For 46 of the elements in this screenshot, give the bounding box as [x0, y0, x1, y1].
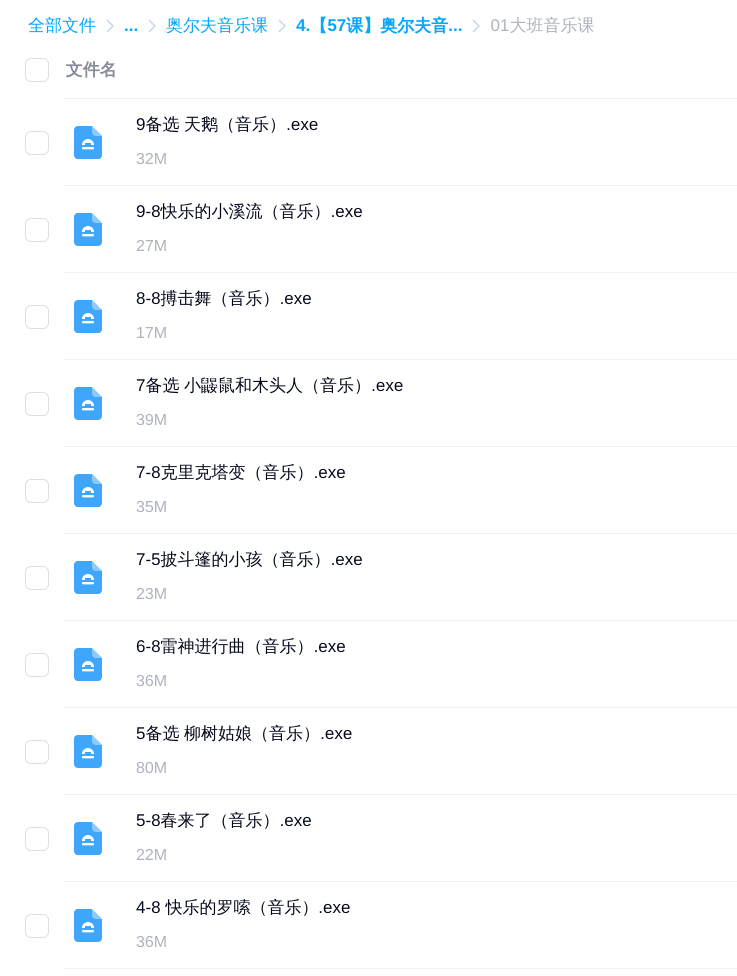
checkbox[interactable]: [25, 740, 49, 764]
checkbox[interactable]: [25, 304, 49, 328]
checkbox[interactable]: [25, 566, 49, 590]
file-name[interactable]: 9-8快乐的小溪流（音乐）.exe: [136, 199, 363, 225]
file-size: 36M: [136, 932, 168, 953]
chevron-icon: [278, 19, 286, 33]
file-name[interactable]: 7-8克里克塔变（音乐）.exe: [136, 460, 346, 486]
file-size: 80M: [136, 758, 168, 779]
file-icon: [74, 560, 102, 594]
file-icon: [74, 212, 102, 246]
file-name[interactable]: 7备选 小鼹鼠和木头人（音乐）.exe: [136, 373, 404, 399]
file-icon: [74, 474, 102, 506]
file-name[interactable]: 9备选 天鹅（音乐）.exe: [136, 112, 318, 138]
file-icon: [74, 734, 102, 768]
file-size: 27M: [136, 236, 168, 257]
file-size: 17M: [136, 324, 168, 344]
file-name[interactable]: 4-8 快乐的罗嗦（音乐）.exe: [136, 895, 350, 921]
file-size: 23M: [136, 584, 168, 605]
checkbox[interactable]: [25, 914, 49, 938]
checkbox[interactable]: [25, 130, 49, 154]
checkbox[interactable]: [25, 478, 49, 502]
file-name[interactable]: 5备选 柳树姑娘（音乐）.exe: [136, 721, 352, 747]
checkbox[interactable]: [25, 218, 49, 242]
chevron-icon: [148, 19, 156, 33]
file-icon: [74, 908, 102, 942]
file-size: 22M: [136, 846, 168, 866]
file-name[interactable]: 7-5披斗篷的小孩（音乐）.exe: [136, 547, 363, 573]
checkbox[interactable]: [25, 392, 49, 416]
file-icon: [74, 126, 102, 158]
file-name[interactable]: 6-8雷神进行曲（音乐）.exe: [136, 634, 346, 660]
file-icon: [74, 822, 102, 854]
checkbox[interactable]: [25, 58, 49, 82]
file-name[interactable]: 5-8春来了（音乐）.exe: [136, 808, 312, 834]
file-size: 36M: [136, 672, 168, 692]
file-size: 35M: [136, 498, 168, 518]
checkbox[interactable]: [25, 826, 49, 850]
file-icon: [74, 386, 102, 420]
file-name[interactable]: 8-8搏击舞（音乐）.exe: [136, 286, 312, 312]
chevron-icon: [472, 19, 480, 33]
checkbox[interactable]: [25, 652, 49, 676]
chevron-icon: [106, 19, 114, 33]
breadcrumb-current: 01大班音乐课: [490, 15, 594, 38]
file-icon: [74, 300, 102, 332]
file-size: 32M: [136, 150, 168, 170]
file-size: 39M: [136, 410, 168, 431]
file-icon: [74, 648, 102, 680]
